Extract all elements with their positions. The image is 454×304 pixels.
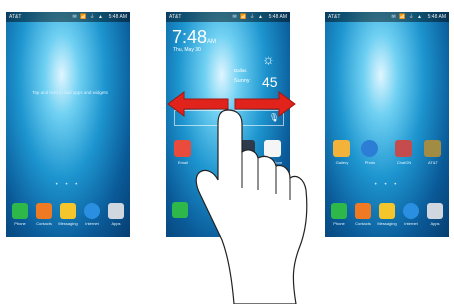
status-time: 5:48 AM [268,14,287,20]
photo-icon[interactable] [361,140,378,157]
dock-label-messaging: Messaging [377,221,397,226]
att-icon[interactable] [424,140,441,157]
page-indicator: • • • [55,182,81,188]
gallery-icon[interactable] [333,140,350,157]
status-icons: ✉ 📶 ⏚ ▲ [232,14,264,20]
hand-pointer-icon [195,109,308,304]
app-label-chaton: ChatON [396,160,412,165]
internet-icon[interactable] [84,203,100,219]
dock: Phone Contacts Messaging Internet Apps [325,197,449,237]
dock-label-internet: Internet [404,221,418,226]
status-bar: AT&T ✉ 📶 ⏚ ▲ 5:48 AM [6,12,130,22]
messaging-icon[interactable] [379,203,395,219]
page-indicator: • • • [374,182,400,188]
home-hint-text: Tap and hold to add apps and widgets [32,90,108,95]
swipe-gesture-overlay [167,91,308,304]
status-icons: ✉ 📶 ⏚ ▲ [391,14,423,20]
status-bar: AT&T ✉ 📶 ⏚ ▲ 5:48 AM [166,12,290,22]
clock-date: Thu, May 30 [173,47,201,53]
sun-icon: ☼ [262,51,275,67]
home-screen-left: AT&T ✉ 📶 ⏚ ▲ 5:48 AM Tap and hold to add… [6,12,130,237]
arrow-left-icon [167,91,229,117]
status-time: 5:48 AM [108,14,127,20]
status-icons: ✉ 📶 ⏚ ▲ [72,14,104,20]
internet-icon[interactable] [403,203,419,219]
dock-label-phone: Phone [14,221,26,226]
messaging-icon[interactable] [60,203,76,219]
contacts-icon[interactable] [36,203,52,219]
app-label-gallery: Gallery [335,160,349,165]
dock-label-messaging: Messaging [58,221,78,226]
apps-grid-icon[interactable] [427,203,443,219]
carrier-label: AT&T [169,14,182,20]
contacts-icon[interactable] [355,203,371,219]
dock-label-apps: Apps [111,221,121,226]
apps-grid-icon[interactable] [108,203,124,219]
home-screen-right: AT&T ✉ 📶 ⏚ ▲ 5:48 AM Gallery Photo ChatO… [325,12,449,237]
dock-label-contacts: Contacts [36,221,52,226]
carrier-label: AT&T [328,14,341,20]
dock: Phone Contacts Messaging Internet Apps [6,197,130,237]
dock-label-contacts: Contacts [355,221,371,226]
status-time: 5:48 AM [427,14,446,20]
app-label-att: AT&T [428,160,438,165]
arrow-right-icon [234,91,296,117]
dock-label-phone: Phone [333,221,345,226]
phone-icon[interactable] [12,203,28,219]
status-bar: AT&T ✉ 📶 ⏚ ▲ 5:48 AM [325,12,449,22]
dock-label-apps: Apps [430,221,440,226]
app-label-photo: Photo [364,160,376,165]
phone-icon[interactable] [331,203,347,219]
chaton-icon[interactable] [395,140,412,157]
dock-label-internet: Internet [85,221,99,226]
carrier-label: AT&T [9,14,22,20]
